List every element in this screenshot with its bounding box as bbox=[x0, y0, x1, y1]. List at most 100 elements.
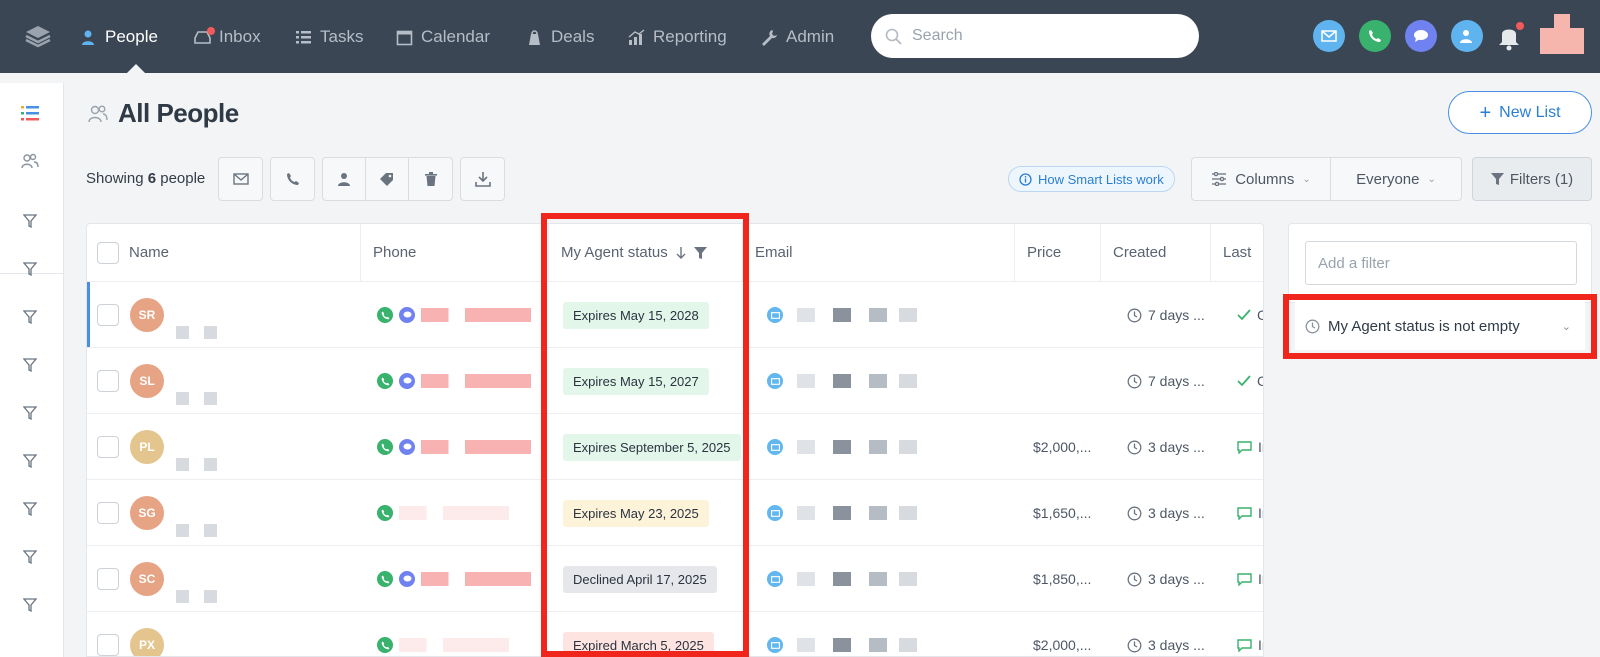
smart-list-filter-icon[interactable] bbox=[20, 499, 40, 519]
table-row[interactable]: SR Expires May 15, 2028 7 days ... bbox=[87, 281, 1263, 348]
email-quick-button[interactable] bbox=[1313, 20, 1345, 52]
select-all-checkbox[interactable] bbox=[97, 241, 119, 264]
email-icon[interactable] bbox=[767, 439, 783, 455]
filter-icon[interactable] bbox=[693, 246, 707, 259]
people-group-icon[interactable] bbox=[20, 151, 40, 171]
nav-admin[interactable]: Admin bbox=[761, 24, 834, 50]
text-message-icon[interactable] bbox=[399, 307, 415, 323]
smart-list-filter-icon[interactable] bbox=[20, 547, 40, 567]
email-icon[interactable] bbox=[767, 505, 783, 521]
add-tags-button[interactable] bbox=[366, 158, 409, 200]
bulk-call-button[interactable] bbox=[271, 158, 314, 200]
smart-list-filter-icon[interactable] bbox=[20, 451, 40, 471]
new-list-button[interactable]: + New List bbox=[1448, 91, 1592, 134]
email-icon[interactable] bbox=[767, 373, 783, 389]
chevron-down-icon[interactable]: ⌄ bbox=[1562, 320, 1571, 333]
smart-list-filter-icon[interactable] bbox=[20, 595, 40, 615]
name-cell[interactable]: PL bbox=[130, 414, 217, 480]
table-row[interactable]: SG Expires May 23, 2025 $1,650,... 3 day… bbox=[87, 479, 1263, 546]
text-message-icon[interactable] bbox=[399, 373, 415, 389]
nav-tasks[interactable]: Tasks bbox=[295, 24, 363, 50]
phone-call-icon[interactable] bbox=[377, 505, 393, 521]
phone-call-icon[interactable] bbox=[377, 307, 393, 323]
app-logo-icon[interactable] bbox=[24, 24, 52, 48]
phone-call-icon[interactable] bbox=[377, 637, 393, 653]
people-outline-icon bbox=[88, 105, 108, 122]
email-cell bbox=[767, 348, 917, 414]
sort-descending-icon[interactable] bbox=[676, 246, 686, 260]
price-cell: $1,650,... bbox=[1033, 480, 1091, 546]
row-checkbox[interactable] bbox=[97, 502, 119, 524]
table-row[interactable]: PL Expires September 5, 2025 $2,000,... bbox=[87, 413, 1263, 480]
column-header-name[interactable]: Name bbox=[87, 224, 361, 281]
phone-call-icon[interactable] bbox=[377, 439, 393, 455]
name-cell[interactable]: SG bbox=[130, 480, 217, 546]
clock-icon bbox=[1127, 374, 1142, 388]
smart-list-filter-icon[interactable] bbox=[20, 211, 40, 231]
add-filter-input[interactable] bbox=[1305, 241, 1577, 285]
created-value: 7 days ... bbox=[1148, 373, 1205, 389]
email-icon[interactable] bbox=[767, 637, 783, 653]
created-cell: 7 days ... bbox=[1127, 348, 1205, 414]
call-quick-button[interactable] bbox=[1359, 20, 1391, 52]
email-icon[interactable] bbox=[767, 307, 783, 323]
nav-reporting[interactable]: Reporting bbox=[628, 24, 727, 50]
search-input[interactable] bbox=[912, 27, 1172, 45]
add-person-quick-button[interactable] bbox=[1451, 20, 1483, 52]
assign-agent-button[interactable] bbox=[323, 158, 366, 200]
row-checkbox[interactable] bbox=[97, 304, 119, 326]
smart-list-filter-icon[interactable] bbox=[20, 259, 40, 279]
created-cell: 3 days ... bbox=[1127, 612, 1205, 656]
table-row[interactable]: PX Expired March 5, 2025 $2,000,... 3 da… bbox=[87, 611, 1263, 656]
calendar-icon bbox=[396, 30, 413, 45]
nav-deals[interactable]: Deals bbox=[526, 24, 594, 50]
export-button[interactable] bbox=[461, 158, 504, 200]
name-cell[interactable]: SC bbox=[130, 546, 217, 612]
phone-cell bbox=[377, 348, 531, 414]
text-quick-button[interactable] bbox=[1405, 20, 1437, 52]
phone-cell bbox=[377, 282, 531, 348]
smart-list-filter-icon[interactable] bbox=[20, 403, 40, 423]
table-row[interactable]: SL Expires May 15, 2027 7 days ... bbox=[87, 347, 1263, 414]
delete-button[interactable] bbox=[409, 158, 452, 200]
row-checkbox[interactable] bbox=[97, 436, 119, 458]
reporting-icon bbox=[628, 28, 645, 45]
smart-lists-help-link[interactable]: How Smart Lists work bbox=[1008, 166, 1175, 192]
column-header-price[interactable]: Price bbox=[1015, 224, 1101, 281]
avatar: SL bbox=[130, 364, 164, 398]
column-header-last[interactable]: Last bbox=[1211, 224, 1263, 281]
row-checkbox[interactable] bbox=[97, 370, 119, 392]
nav-people[interactable]: People bbox=[80, 24, 158, 50]
name-cell[interactable]: SL bbox=[130, 348, 217, 414]
nav-inbox[interactable]: Inbox bbox=[194, 24, 261, 50]
active-filter-item[interactable]: My Agent status is not empty ⌄ bbox=[1295, 302, 1585, 350]
phone-call-icon[interactable] bbox=[377, 373, 393, 389]
text-message-icon[interactable] bbox=[399, 571, 415, 587]
row-select bbox=[97, 414, 119, 480]
global-search[interactable] bbox=[871, 14, 1199, 58]
smart-list-filter-icon[interactable] bbox=[20, 307, 40, 327]
column-header-created[interactable]: Created bbox=[1101, 224, 1211, 281]
text-message-icon[interactable] bbox=[399, 439, 415, 455]
filters-button[interactable]: Filters (1) bbox=[1472, 157, 1592, 201]
table-row[interactable]: SC Declined April 17, 2025 $1,850,... 3 … bbox=[87, 545, 1263, 612]
smart-list-filter-icon[interactable] bbox=[20, 355, 40, 375]
email-icon[interactable] bbox=[767, 571, 783, 587]
last-activity-cell: Ir bbox=[1237, 414, 1263, 480]
phone-icon bbox=[1369, 30, 1381, 42]
column-header-agent-status[interactable]: My Agent status bbox=[549, 224, 743, 281]
bulk-call-group bbox=[270, 157, 315, 201]
phone-call-icon[interactable] bbox=[377, 571, 393, 587]
row-checkbox[interactable] bbox=[97, 634, 119, 656]
user-avatar[interactable] bbox=[1540, 14, 1584, 54]
lists-menu-icon[interactable] bbox=[20, 103, 40, 123]
row-checkbox[interactable] bbox=[97, 568, 119, 590]
owner-dropdown[interactable]: Everyone ⌄ bbox=[1330, 157, 1462, 201]
name-cell[interactable]: PX bbox=[130, 612, 164, 656]
nav-calendar[interactable]: Calendar bbox=[396, 24, 490, 50]
bulk-email-button[interactable] bbox=[219, 158, 262, 200]
column-header-email[interactable]: Email bbox=[743, 224, 1015, 281]
name-cell[interactable]: SR bbox=[130, 282, 217, 348]
column-header-phone[interactable]: Phone bbox=[361, 224, 549, 281]
columns-dropdown[interactable]: Columns ⌄ bbox=[1191, 157, 1331, 201]
